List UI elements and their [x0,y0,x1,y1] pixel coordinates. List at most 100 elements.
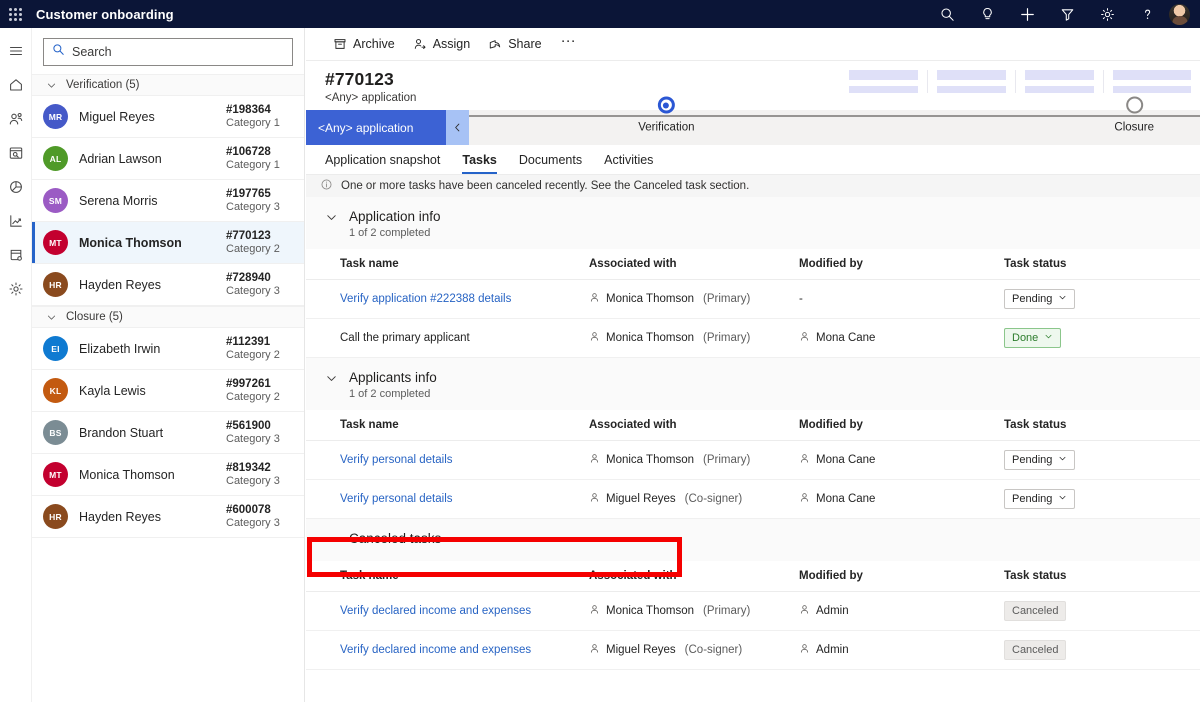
stage-node-closure[interactable]: Closure [1114,96,1155,134]
task-name[interactable]: Verify personal details [340,493,453,505]
list-item[interactable]: MT Monica Thomson #770123 Category 2 [32,222,304,264]
list-item[interactable]: AL Adrian Lawson #106728 Category 1 [32,138,304,180]
lightbulb-icon[interactable] [967,0,1007,28]
section-header[interactable]: Canceled tasks [306,519,1200,561]
board-icon[interactable] [0,136,32,170]
list-item-name: Adrian Lawson [79,151,162,166]
list-item[interactable]: MR Miguel Reyes #198364 Category 1 [32,96,304,138]
list-item-id: #112391 [226,336,271,348]
stage-label: Closure [1114,121,1155,134]
assign-button[interactable]: Assign [405,32,479,56]
tab-tasks[interactable]: Tasks [451,153,508,174]
filter-icon[interactable] [1047,0,1087,28]
status-badge: Canceled [1004,601,1067,621]
stage-dot-icon [1125,96,1143,114]
task-name[interactable]: Verify declared income and expenses [340,644,531,656]
search-box[interactable] [43,38,293,66]
chevron-down-icon[interactable] [325,533,338,551]
task-name-cell[interactable]: Verify personal details [306,440,589,480]
chevron-down-icon[interactable] [1058,493,1067,505]
column-header[interactable]: Modified by [799,249,1004,280]
tab-documents[interactable]: Documents [508,153,593,174]
chevron-down-icon[interactable] [1044,332,1053,344]
help-icon[interactable] [1127,0,1167,28]
status-badge[interactable]: Pending [1004,450,1076,470]
tab-activities[interactable]: Activities [593,153,664,174]
chevron-left-icon[interactable] [446,110,469,145]
section-header[interactable]: Application info 1 of 2 completed [306,197,1200,249]
list-item-meta: #997261 Category 2 [226,378,292,403]
list-item[interactable]: EI Elizabeth Irwin #112391 Category 2 [32,328,304,370]
contacts-icon[interactable] [0,102,32,136]
settings-gear-icon[interactable] [1087,0,1127,28]
modified-by-cell: Admin [799,591,1004,631]
sidebar-group-header[interactable]: Verification (5) [32,74,304,96]
sidebar-group-header[interactable]: Closure (5) [32,306,304,328]
column-header[interactable]: Associated with [589,410,799,441]
table-row[interactable]: Verify personal details Monica Thomson (Pr… [306,440,1200,480]
column-header[interactable]: Task name [306,561,589,592]
task-name-cell[interactable]: Verify declared income and expenses [306,591,589,631]
list-item[interactable]: SM Serena Morris #197765 Category 3 [32,180,304,222]
hamburger-menu-icon[interactable] [0,34,32,68]
table-row[interactable]: Verify declared income and expenses Monic… [306,591,1200,631]
table-row[interactable]: Verify personal details Miguel Reyes (Co-s… [306,479,1200,519]
column-header[interactable]: Task status [1004,249,1200,280]
list-item-meta: #819342 Category 3 [226,462,292,487]
person-icon [799,604,810,618]
task-name-cell[interactable]: Verify application #222388 details [306,279,589,319]
list-item[interactable]: HR Hayden Reyes #728940 Category 3 [32,264,304,306]
avatar: SM [43,188,68,213]
column-header[interactable]: Task name [306,249,589,280]
list-item[interactable]: KL Kayla Lewis #997261 Category 2 [32,370,304,412]
task-name-cell[interactable]: Verify declared income and expenses [306,630,589,670]
avatar: MR [43,104,68,129]
task-name[interactable]: Verify personal details [340,454,453,466]
line-chart-icon[interactable] [0,204,32,238]
placeholder-block [1016,70,1104,93]
status-badge[interactable]: Pending [1004,489,1076,509]
column-header[interactable]: Associated with [589,561,799,592]
pie-chart-icon[interactable] [0,170,32,204]
chevron-down-icon[interactable] [325,372,338,390]
column-header[interactable]: Modified by [799,410,1004,441]
search-icon [52,43,65,61]
column-header[interactable]: Associated with [589,249,799,280]
chevron-down-icon[interactable] [1058,454,1067,466]
home-icon[interactable] [0,68,32,102]
associated-name: Monica Thomson [606,454,694,466]
table-header-row: Task name Associated with Modified by Task … [306,561,1200,592]
list-item[interactable]: BS Brandon Stuart #561900 Category 3 [32,412,304,454]
more-commands-button[interactable]: ··· [552,33,585,53]
list-item-id: #561900 [226,420,271,432]
archive-button[interactable]: Archive [325,32,403,56]
table-row[interactable]: Verify application #222388 details Monica… [306,279,1200,319]
tab-application-snapshot[interactable]: Application snapshot [325,153,451,174]
column-header[interactable]: Task status [1004,561,1200,592]
status-badge[interactable]: Done [1004,328,1062,348]
settings-gear-icon[interactable] [0,272,32,306]
table-row[interactable]: Call the primary applicant Monica Thomson… [306,318,1200,358]
database-icon[interactable] [0,238,32,272]
section-header[interactable]: Applicants info 1 of 2 completed [306,358,1200,410]
chevron-down-icon[interactable] [1058,293,1067,305]
column-header[interactable]: Task name [306,410,589,441]
app-launcher-icon[interactable] [0,7,30,21]
share-button[interactable]: Share [480,32,549,56]
search-icon[interactable] [927,0,967,28]
user-avatar[interactable] [1169,3,1190,25]
column-header[interactable]: Task status [1004,410,1200,441]
stage-node-verification[interactable]: Verification [638,96,694,134]
stage-process-chip[interactable]: <Any> application [306,110,446,145]
status-badge[interactable]: Pending [1004,289,1076,309]
table-row[interactable]: Verify declared income and expenses Migue… [306,630,1200,670]
task-name[interactable]: Verify declared income and expenses [340,605,531,617]
search-input[interactable] [72,45,284,59]
column-header[interactable]: Modified by [799,561,1004,592]
task-name-cell[interactable]: Verify personal details [306,479,589,519]
chevron-down-icon[interactable] [325,211,338,229]
list-item[interactable]: HR Hayden Reyes #600078 Category 3 [32,496,304,538]
add-icon[interactable] [1007,0,1047,28]
list-item[interactable]: MT Monica Thomson #819342 Category 3 [32,454,304,496]
task-name[interactable]: Verify application #222388 details [340,293,511,305]
